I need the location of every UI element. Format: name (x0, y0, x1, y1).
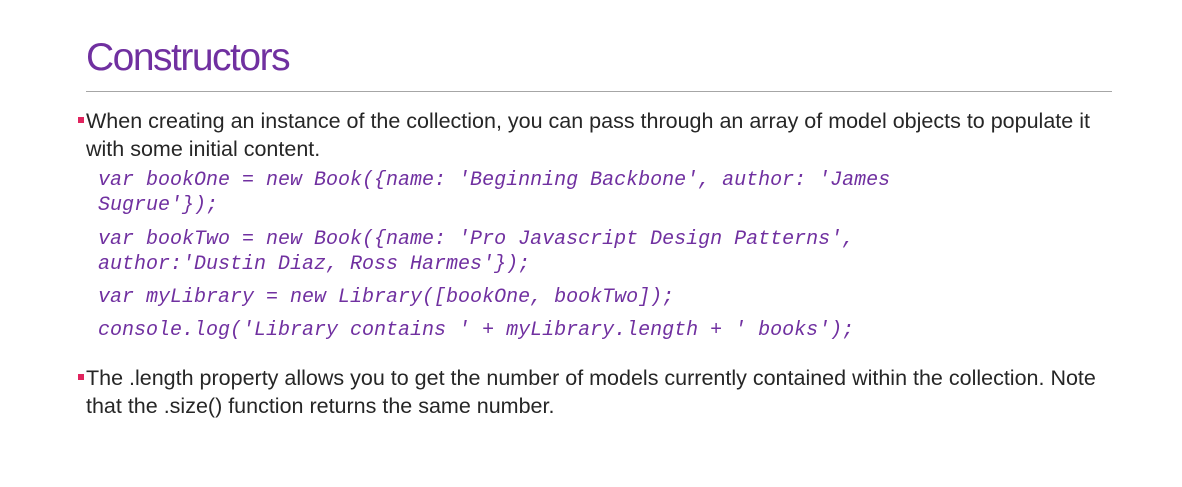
title-divider (86, 91, 1112, 92)
slide-title: Constructors (86, 36, 291, 79)
slide: Constructors When creating an instance o… (0, 0, 1182, 487)
bullet-text: When creating an instance of the collect… (86, 109, 1090, 161)
bullet-item: When creating an instance of the collect… (78, 107, 1108, 163)
bullet-marker-icon (78, 374, 84, 380)
bullet-marker-icon (78, 117, 84, 123)
bullet-text: The .length property allows you to get t… (86, 366, 1096, 418)
code-line: var bookOne = new Book({name: 'Beginning… (98, 169, 891, 217)
code-line: var bookTwo = new Book({name: 'Pro Javas… (98, 228, 855, 276)
bullet-item: The .length property allows you to get t… (78, 364, 1108, 420)
code-line: var myLibrary = new Library([bookOne, bo… (98, 286, 675, 309)
code-line: console.log('Library contains ' + myLibr… (98, 319, 855, 342)
